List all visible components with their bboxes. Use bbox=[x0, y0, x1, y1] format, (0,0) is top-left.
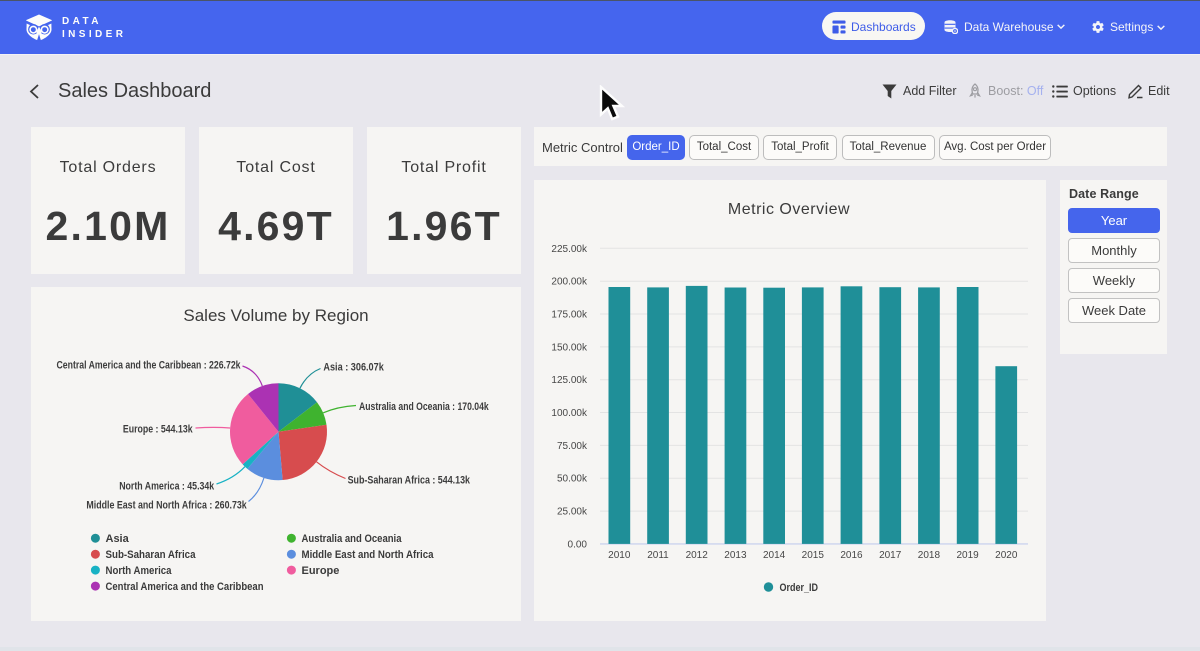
svg-text:2018: 2018 bbox=[918, 550, 941, 561]
svg-text:Central America and the Caribb: Central America and the Caribbean bbox=[106, 581, 264, 593]
svg-text:2019: 2019 bbox=[956, 550, 979, 561]
svg-text:Europe : 544.13k: Europe : 544.13k bbox=[123, 424, 193, 436]
svg-text:2017: 2017 bbox=[879, 550, 902, 561]
svg-text:Metric Overview: Metric Overview bbox=[728, 201, 850, 218]
svg-text:125.00k: 125.00k bbox=[551, 375, 588, 386]
svg-text:200.00k: 200.00k bbox=[551, 277, 588, 288]
svg-text:175.00k: 175.00k bbox=[551, 310, 588, 321]
svg-text:Middle East and North Africa :: Middle East and North Africa : 260.73k bbox=[86, 500, 247, 512]
svg-text:2016: 2016 bbox=[840, 550, 863, 561]
svg-text:Order_ID: Order_ID bbox=[780, 582, 819, 594]
svg-text:225.00k: 225.00k bbox=[551, 244, 588, 255]
svg-text:Middle East and North Africa: Middle East and North Africa bbox=[302, 549, 435, 561]
svg-text:Australia and Oceania : 170.04: Australia and Oceania : 170.04k bbox=[359, 401, 489, 413]
svg-text:0.00: 0.00 bbox=[568, 539, 588, 550]
svg-text:150.00k: 150.00k bbox=[551, 342, 588, 353]
svg-text:2012: 2012 bbox=[686, 550, 709, 561]
svg-text:Asia : 306.07k: Asia : 306.07k bbox=[323, 362, 384, 374]
svg-text:Sub-Saharan Africa: Sub-Saharan Africa bbox=[106, 549, 197, 561]
svg-text:100.00k: 100.00k bbox=[551, 408, 588, 419]
svg-text:Sales Volume by Region: Sales Volume by Region bbox=[183, 306, 368, 325]
svg-text:North America : 45.34k: North America : 45.34k bbox=[119, 481, 215, 493]
svg-text:Australia and Oceania: Australia and Oceania bbox=[302, 533, 403, 545]
svg-text:2011: 2011 bbox=[647, 550, 669, 561]
svg-text:2015: 2015 bbox=[802, 550, 825, 561]
svg-text:50.00k: 50.00k bbox=[557, 474, 588, 485]
svg-text:Asia: Asia bbox=[106, 533, 130, 545]
svg-text:2014: 2014 bbox=[763, 550, 786, 561]
svg-text:Central America and the Caribb: Central America and the Caribbean : 226.… bbox=[57, 360, 242, 372]
svg-text:2013: 2013 bbox=[724, 550, 747, 561]
svg-text:2020: 2020 bbox=[995, 550, 1018, 561]
svg-text:75.00k: 75.00k bbox=[557, 441, 588, 452]
svg-text:Sub-Saharan Africa : 544.13k: Sub-Saharan Africa : 544.13k bbox=[348, 475, 471, 487]
svg-text:Europe: Europe bbox=[302, 565, 340, 577]
svg-text:2010: 2010 bbox=[608, 550, 631, 561]
svg-text:25.00k: 25.00k bbox=[557, 507, 588, 518]
svg-text:North America: North America bbox=[106, 565, 173, 577]
